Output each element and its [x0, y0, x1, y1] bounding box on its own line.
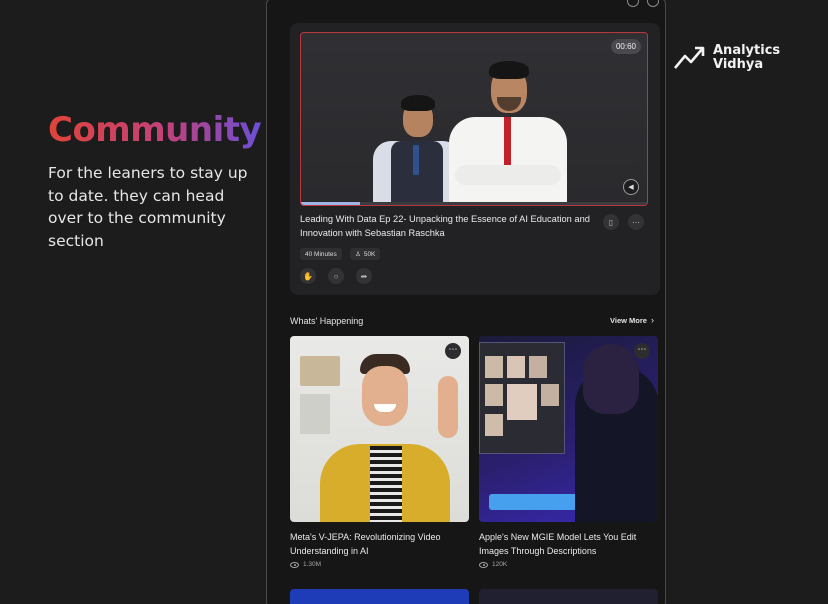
- duration-badge: 00:60: [610, 39, 641, 54]
- more-options-icon[interactable]: ⋯: [634, 343, 650, 359]
- circle-icon[interactable]: [627, 0, 639, 7]
- share-icon[interactable]: ➦: [356, 268, 372, 284]
- top-controls: [627, 0, 659, 7]
- duration-chip: 40 Minutes: [300, 248, 342, 260]
- logo-line-1: Analytics: [713, 43, 781, 58]
- article-views: 120K: [479, 561, 507, 568]
- views-count: 50K: [363, 250, 376, 258]
- comment-icon[interactable]: ○: [328, 268, 344, 284]
- views-count: 120K: [492, 561, 508, 568]
- progress-fill: [301, 202, 360, 205]
- chevron-right-icon[interactable]: ›: [651, 315, 654, 325]
- article-title[interactable]: Apple's New MGIE Model Lets You Edit Ima…: [479, 531, 655, 558]
- views-count: 1.30M: [303, 561, 322, 568]
- user-icon: ♙: [355, 251, 361, 258]
- volume-icon[interactable]: ◀: [623, 179, 639, 195]
- analytics-vidhya-logo[interactable]: Analytics Vidhya: [673, 44, 780, 72]
- promo-title: Community: [48, 110, 262, 150]
- article-thumbnail[interactable]: [479, 589, 658, 604]
- bookmark-icon[interactable]: ▯: [603, 214, 619, 230]
- eye-icon: [290, 561, 299, 568]
- host-photo: [449, 53, 567, 205]
- view-more-link[interactable]: View More: [610, 316, 647, 325]
- eye-icon: [479, 561, 488, 568]
- logo-line-2: Vidhya: [713, 57, 764, 72]
- article-title[interactable]: Meta's V-JEPA: Revolutionizing Video Und…: [290, 531, 466, 558]
- article-thumbnail[interactable]: ⋯: [290, 336, 469, 522]
- phone-frame: 00:60 ◀ Leading With Data Ep 22- Unpacki…: [266, 0, 666, 604]
- article-views: 1.30M: [290, 561, 321, 568]
- promo-description: For the leaners to stay up to date. they…: [48, 164, 248, 250]
- circle-icon[interactable]: [647, 0, 659, 7]
- guest-photo: [373, 87, 461, 205]
- video-title[interactable]: Leading With Data Ep 22- Unpacking the E…: [300, 213, 600, 240]
- like-icon[interactable]: ✋: [300, 268, 316, 284]
- featured-video-card[interactable]: 00:60 ◀ Leading With Data Ep 22- Unpacki…: [290, 23, 660, 295]
- views-chip: ♙ 50K: [350, 248, 381, 260]
- more-options-icon[interactable]: ⋯: [628, 214, 644, 230]
- video-player[interactable]: 00:60 ◀: [300, 32, 648, 206]
- article-thumbnail[interactable]: ⋯: [479, 336, 658, 522]
- section-title: Whats' Happening: [290, 316, 364, 326]
- trend-arrow-icon: [674, 46, 705, 69]
- more-options-icon[interactable]: ⋯: [445, 343, 461, 359]
- article-thumbnail[interactable]: [290, 589, 469, 604]
